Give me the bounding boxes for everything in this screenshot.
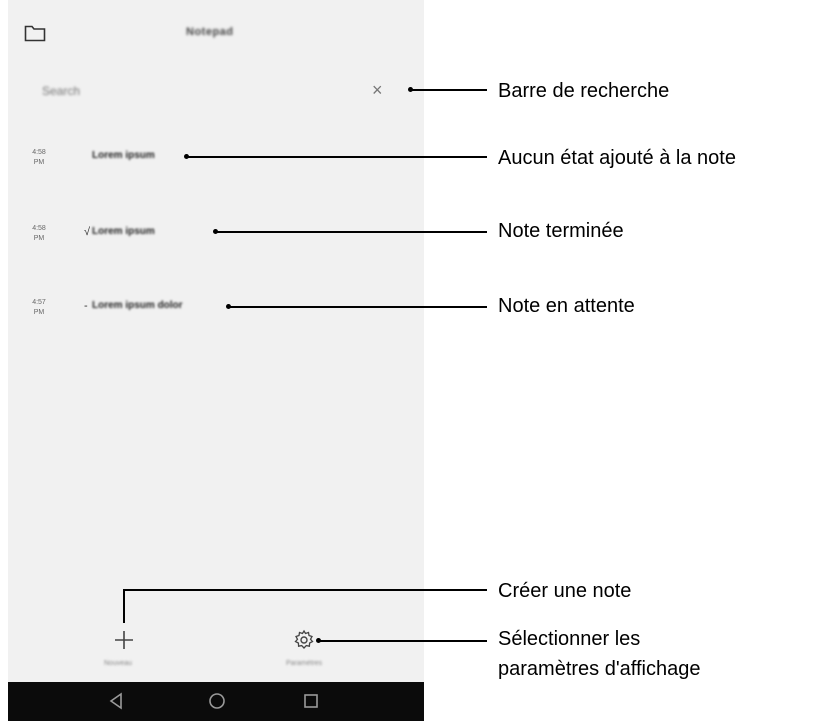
callout-line [187,156,487,158]
close-icon[interactable]: × [372,80,383,100]
callout-pending-label: Note en attente [498,295,635,317]
app-title: Notepad [186,26,234,38]
gear-icon[interactable] [292,628,316,652]
note-time: 4:58 PM [24,224,54,244]
note-item[interactable]: 4:57 PM - Lorem ipsum dolor [8,298,424,338]
plus-icon[interactable] [112,628,136,652]
note-item[interactable]: 4:58 PM Lorem ipsum [8,148,424,188]
back-icon[interactable] [106,690,128,712]
callout-line [123,589,487,591]
note-title: Lorem ipsum [92,150,155,161]
callout-no-state-label: Aucun état ajouté à la note [498,147,736,169]
app-header: Notepad [8,0,424,62]
home-icon[interactable] [206,690,228,712]
system-nav-bar [8,682,424,721]
note-time-ampm: PM [33,309,45,316]
note-status-done: √ [84,226,91,238]
note-time-value: 4:58 [32,149,46,156]
recents-icon[interactable] [300,690,322,712]
search-input[interactable] [40,80,324,102]
note-time: 4:57 PM [24,298,54,318]
callout-search-label: Barre de recherche [498,80,670,102]
callout-settings-label-line1: Sélectionner les [498,628,641,650]
note-time-ampm: PM [33,159,45,166]
note-status-pending: - [84,300,88,312]
callout-line [411,89,487,91]
add-note-label: Nouveau [104,660,133,667]
phone-screen: Notepad × 4:58 PM Lorem ipsum 4:58 PM √ … [8,0,424,721]
callout-line [229,306,487,308]
folder-icon[interactable] [24,24,46,42]
note-title: Lorem ipsum dolor [92,300,183,311]
note-time: 4:58 PM [24,148,54,168]
callout-create-label: Créer une note [498,580,632,602]
search-bar: × [32,74,404,108]
note-time-value: 4:58 [32,225,46,232]
callout-settings-label-line2: paramètres d'affichage [498,658,701,680]
callout-done-label: Note terminée [498,220,624,242]
callout-line [216,231,487,233]
note-title: Lorem ipsum [92,226,155,237]
settings-label: Paramètres [286,660,323,667]
bottom-actions: Nouveau Paramètres [8,626,424,676]
callout-line [123,589,125,623]
callout-line [319,640,487,642]
note-time-ampm: PM [33,235,45,242]
note-time-value: 4:57 [32,299,46,306]
